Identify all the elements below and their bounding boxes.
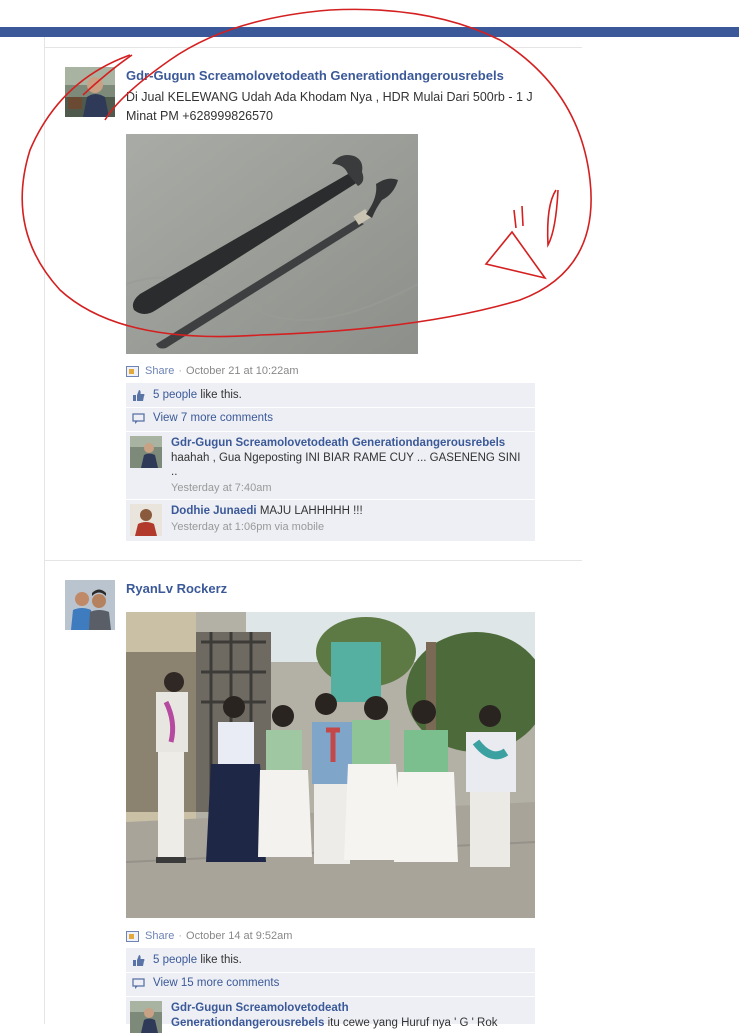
- comment: Gdr-Gugun Screamolovetodeath Generationd…: [126, 997, 535, 1033]
- comment-timestamp[interactable]: Yesterday at 1:06pm via mobile: [171, 520, 521, 535]
- ufi-divider: [126, 407, 535, 408]
- comment: Dodhie Junaedi MAJU LAHHHHH !!! Yesterda…: [126, 500, 535, 540]
- post1-author-avatar[interactable]: [65, 67, 115, 117]
- post2-meta: Share · October 14 at 9:52am: [126, 928, 292, 944]
- commenter-name-cont[interactable]: Generationdangerousrebels: [171, 1017, 324, 1029]
- commenter-name[interactable]: Gdr-Gugun Screamolovetodeath: [171, 1002, 349, 1014]
- comment-text: haahah , Gua Ngeposting INI BIAR RAME CU…: [171, 451, 521, 479]
- post2-share-link[interactable]: Share: [145, 930, 174, 942]
- comment-text: MAJU LAHHHHH !!!: [256, 505, 363, 517]
- post1-message: Di Jual KELEWANG Udah Ada Khodam Nya , H…: [126, 90, 533, 123]
- commenter-name[interactable]: Dodhie Junaedi: [171, 505, 257, 517]
- post2-feedback-box: 5 people like this. View 15 more comment…: [126, 948, 535, 1033]
- story-separator: [45, 47, 582, 48]
- post1-likes-row: 5 people like this.: [126, 386, 535, 404]
- post1-author-name[interactable]: Gdr-Gugun Screamolovetodeath Generationd…: [126, 68, 504, 83]
- meta-separator: ·: [178, 930, 183, 942]
- post2-likes-row: 5 people like this.: [126, 951, 535, 969]
- ufi-divider: [126, 972, 535, 973]
- post1-feedback-box: 5 people like this. View 7 more comments…: [126, 383, 535, 541]
- commenter-avatar[interactable]: [130, 436, 162, 468]
- post1-timestamp[interactable]: October 21 at 10:22am: [186, 365, 299, 377]
- post1-likes-suffix: like this.: [197, 389, 242, 401]
- post2-timestamp[interactable]: October 14 at 9:52am: [186, 930, 292, 942]
- post2-author-name[interactable]: RyanLv Rockerz: [126, 581, 227, 596]
- post2-view-comments-link[interactable]: View 15 more comments: [153, 977, 279, 989]
- feed-left-border: [44, 37, 45, 1024]
- comment-body: Gdr-Gugun Screamolovetodeath Generationd…: [171, 1001, 521, 1030]
- meta-separator: ·: [178, 365, 183, 377]
- post1-likes-link[interactable]: 5 people: [153, 389, 197, 401]
- commenter-avatar[interactable]: [130, 504, 162, 536]
- post2-view-comments-row[interactable]: View 15 more comments: [126, 974, 535, 992]
- comment-body: Gdr-Gugun Screamolovetodeath Generationd…: [171, 436, 521, 495]
- comment-bubble-icon: [131, 411, 145, 425]
- post1-meta: Share · October 21 at 10:22am: [126, 363, 299, 379]
- post1-view-comments-link[interactable]: View 7 more comments: [153, 412, 273, 424]
- commenter-name[interactable]: Gdr-Gugun Screamolovetodeath Generationd…: [171, 437, 505, 449]
- comment-body: Dodhie Junaedi MAJU LAHHHHH !!! Yesterda…: [171, 504, 521, 534]
- share-icon: [126, 930, 139, 942]
- post2-author-avatar[interactable]: [65, 580, 115, 630]
- post2-likes-suffix: like this.: [197, 954, 242, 966]
- commenter-avatar[interactable]: [130, 1001, 162, 1033]
- comment-text: itu cewe yang Huruf nya ' G ' Rok: [324, 1016, 498, 1029]
- top-blue-bar: [0, 27, 739, 37]
- post1-share-link[interactable]: Share: [145, 365, 174, 377]
- comment-timestamp[interactable]: Yesterday at 7:40am: [171, 481, 521, 496]
- post1-view-comments-row[interactable]: View 7 more comments: [126, 409, 535, 427]
- post1-photo-machete[interactable]: [126, 134, 418, 354]
- comment: Gdr-Gugun Screamolovetodeath Generationd…: [126, 432, 535, 498]
- story-separator: [45, 560, 582, 561]
- post2-photo-group[interactable]: [126, 612, 535, 918]
- like-thumb-icon: [131, 953, 145, 967]
- comment-bubble-icon: [131, 976, 145, 990]
- post2-likes-link[interactable]: 5 people: [153, 954, 197, 966]
- share-icon: [126, 365, 139, 377]
- like-thumb-icon: [131, 388, 145, 402]
